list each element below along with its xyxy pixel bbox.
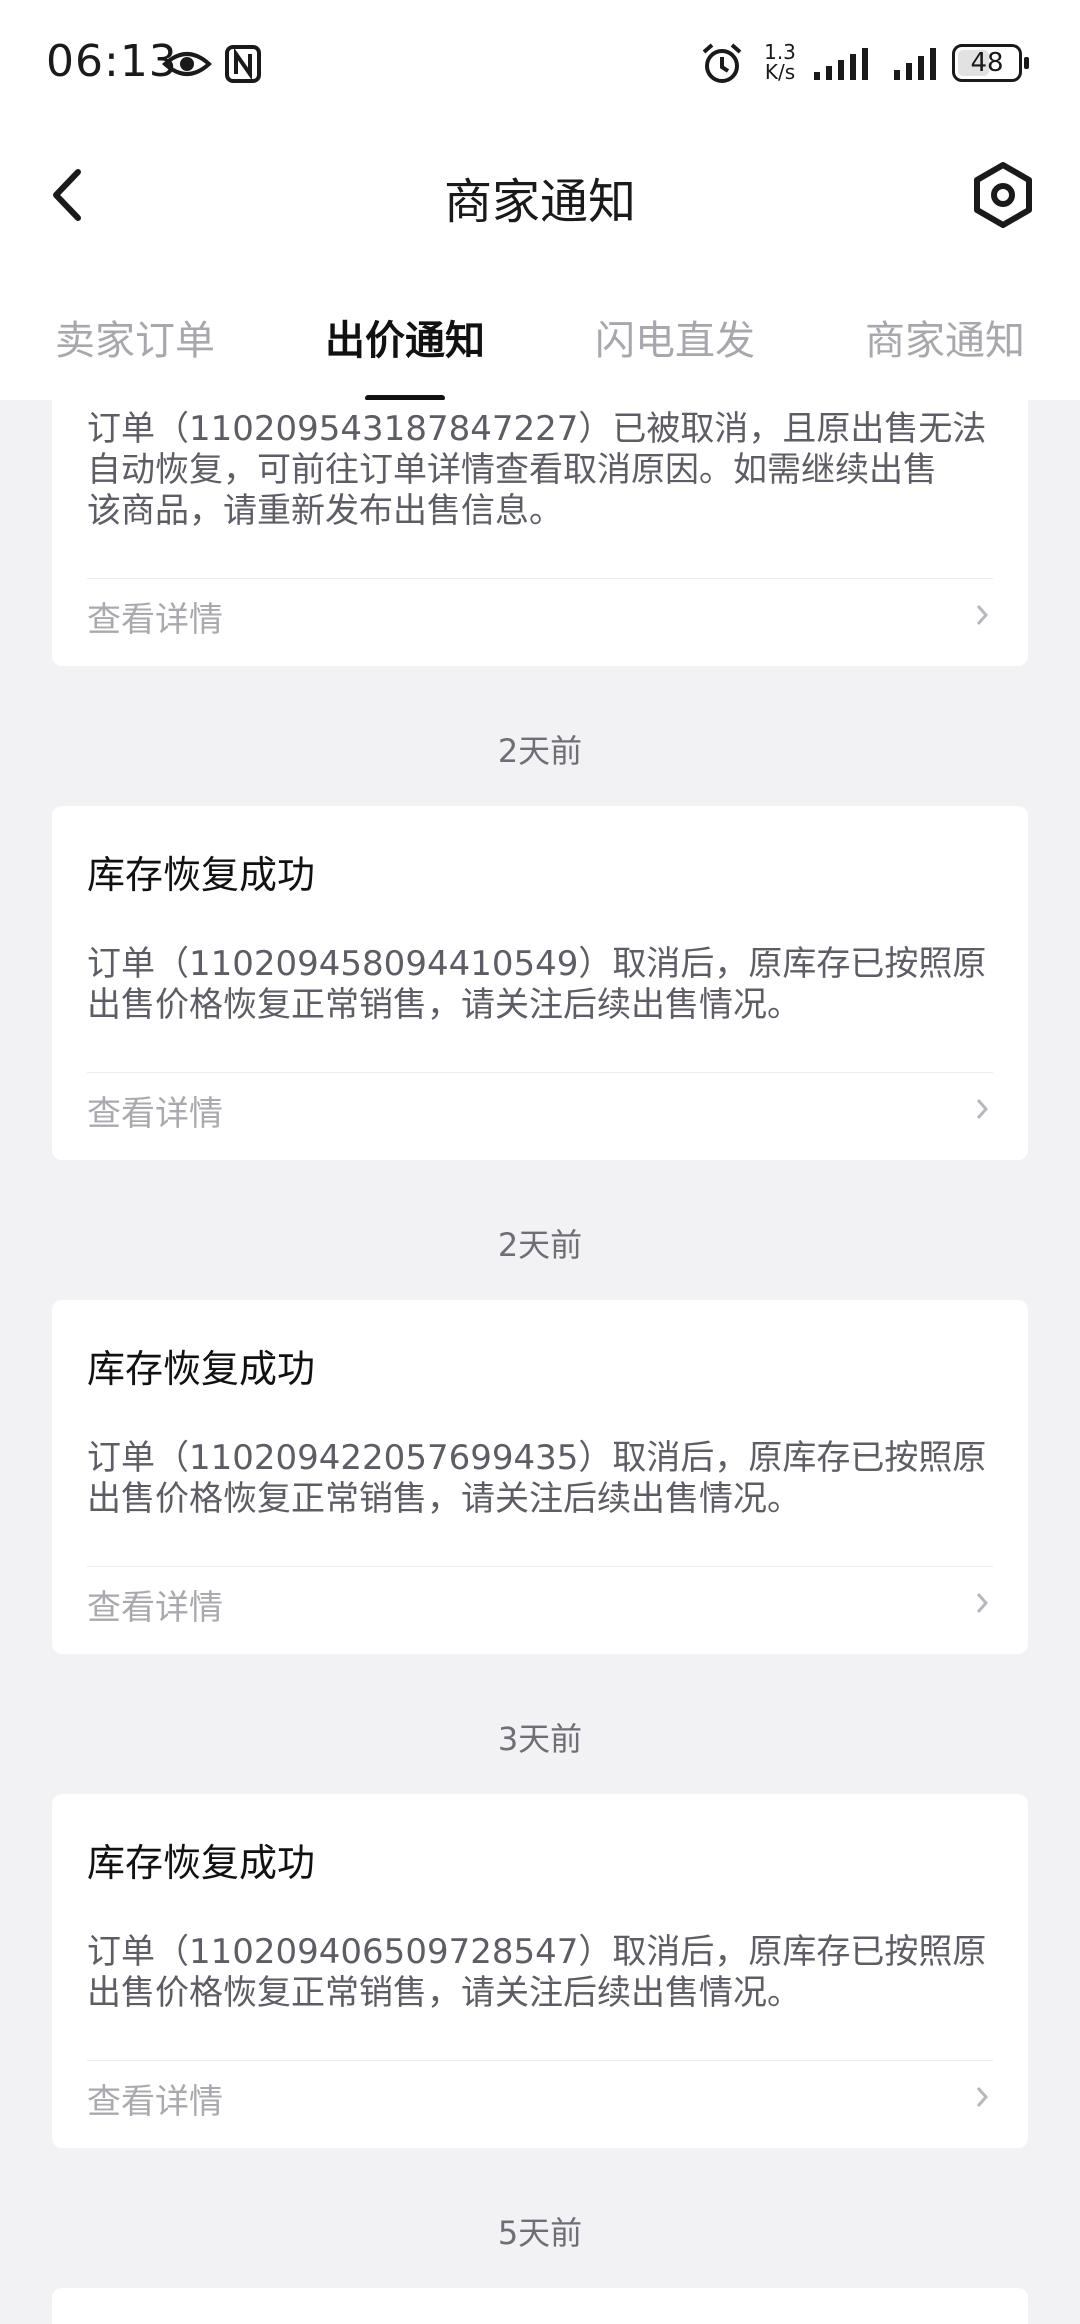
chevron-right-icon bbox=[976, 605, 989, 625]
notification-list[interactable]: 订单（110209543187847227）已被取消，且原出售无法 自动恢复，可… bbox=[0, 400, 1080, 2324]
notification-card[interactable]: 库存恢复成功 订单（110209422057699435）取消后，原库存已按照原… bbox=[52, 1300, 1028, 1654]
status-time: 06:13 bbox=[46, 36, 178, 87]
chevron-right-icon bbox=[976, 2087, 989, 2107]
view-details-button[interactable]: 查看详情 bbox=[87, 584, 993, 644]
timestamp: 2天前 bbox=[497, 732, 583, 770]
view-details-label: 查看详情 bbox=[87, 1588, 223, 1628]
timestamp: 5天前 bbox=[497, 2214, 583, 2252]
tab-lightning-shipping[interactable]: 闪电直发 bbox=[595, 308, 755, 366]
tab-seller-orders[interactable]: 卖家订单 bbox=[55, 308, 215, 366]
notification-title: 库存恢复成功 bbox=[87, 1841, 316, 1885]
screen: 06:13 1.3 K/s 48 商家通知 卖家订单 出价通知 闪电直发 商家通… bbox=[0, 0, 1080, 2324]
timestamp: 2天前 bbox=[497, 1226, 583, 1264]
view-details-button[interactable]: 查看详情 bbox=[87, 1572, 993, 1632]
notification-body: 订单（110209458094410549）取消后，原库存已按照原 出售价格恢复… bbox=[87, 944, 987, 1025]
notification-body: 订单（110209543187847227）已被取消，且原出售无法 自动恢复，可… bbox=[87, 409, 987, 531]
view-details-label: 查看详情 bbox=[87, 2082, 223, 2122]
view-details-button[interactable]: 查看详情 bbox=[87, 2066, 993, 2126]
header: 商家通知 bbox=[0, 130, 1080, 260]
battery-icon: 48 bbox=[952, 44, 1029, 82]
eye-icon bbox=[162, 52, 212, 76]
tab-bar: 卖家订单 出价通知 闪电直发 商家通知 bbox=[0, 260, 1080, 401]
view-details-label: 查看详情 bbox=[87, 1094, 223, 1134]
chevron-right-icon bbox=[976, 1593, 989, 1613]
battery-level: 48 bbox=[970, 48, 1004, 78]
notification-card[interactable]: 库存恢复成功 订单（110209458094410549）取消后，原库存已按照原… bbox=[52, 806, 1028, 1160]
page-title: 商家通知 bbox=[443, 174, 636, 230]
view-details-button[interactable]: 查看详情 bbox=[87, 1078, 993, 1138]
view-details-label: 查看详情 bbox=[87, 600, 223, 640]
notification-body: 订单（110209406509728547）取消后，原库存已按照原 出售价格恢复… bbox=[87, 1932, 987, 2013]
notification-title: 库存恢复成功 bbox=[87, 853, 316, 897]
signal-icon bbox=[814, 48, 868, 80]
status-bar: 06:13 1.3 K/s 48 bbox=[0, 0, 1080, 130]
notification-card[interactable]: 库存恢复成功 订单（110209406509728547）取消后，原库存已按照原… bbox=[52, 1794, 1028, 2148]
tab-merchant-notifications[interactable]: 商家通知 bbox=[865, 308, 1025, 366]
nfc-icon bbox=[225, 45, 261, 83]
notification-card[interactable]: 订单（110209543187847227）已被取消，且原出售无法 自动恢复，可… bbox=[52, 400, 1028, 666]
signal-icon bbox=[894, 48, 936, 80]
timestamp: 3天前 bbox=[497, 1720, 583, 1758]
notification-card[interactable] bbox=[52, 2288, 1028, 2324]
chevron-right-icon bbox=[976, 1099, 989, 1119]
settings-hexagon-icon[interactable] bbox=[968, 160, 1038, 230]
notification-title: 库存恢复成功 bbox=[87, 1347, 316, 1391]
network-speed: 1.3 K/s bbox=[764, 40, 796, 84]
alarm-icon bbox=[702, 43, 742, 83]
tab-bid-notifications[interactable]: 出价通知 bbox=[325, 308, 485, 366]
notification-body: 订单（110209422057699435）取消后，原库存已按照原 出售价格恢复… bbox=[87, 1438, 987, 1519]
